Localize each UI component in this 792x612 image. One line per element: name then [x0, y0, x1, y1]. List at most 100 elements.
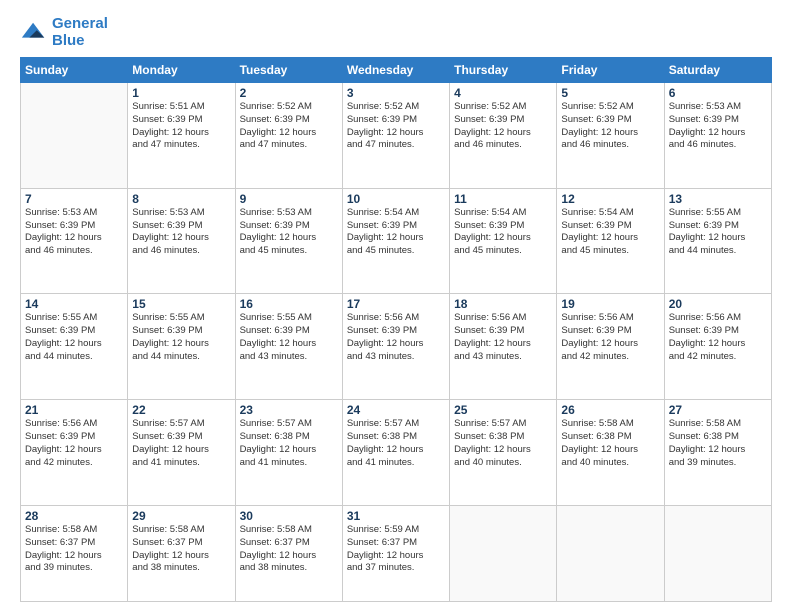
day-info: Sunrise: 5:58 AMSunset: 6:38 PMDaylight:… [561, 418, 659, 469]
logo: General Blue [20, 16, 108, 49]
day-info: Sunrise: 5:55 AMSunset: 6:39 PMDaylight:… [132, 312, 230, 363]
calendar-header-wednesday: Wednesday [342, 58, 449, 83]
day-info: Sunrise: 5:54 AMSunset: 6:39 PMDaylight:… [454, 207, 552, 258]
day-number: 9 [240, 192, 338, 206]
calendar-cell: 10Sunrise: 5:54 AMSunset: 6:39 PMDayligh… [342, 188, 449, 294]
calendar-cell: 4Sunrise: 5:52 AMSunset: 6:39 PMDaylight… [450, 83, 557, 189]
calendar-cell: 1Sunrise: 5:51 AMSunset: 6:39 PMDaylight… [128, 83, 235, 189]
day-number: 10 [347, 192, 445, 206]
week-row-3: 14Sunrise: 5:55 AMSunset: 6:39 PMDayligh… [21, 294, 772, 400]
day-number: 21 [25, 403, 123, 417]
calendar-cell: 6Sunrise: 5:53 AMSunset: 6:39 PMDaylight… [664, 83, 771, 189]
calendar-cell: 24Sunrise: 5:57 AMSunset: 6:38 PMDayligh… [342, 400, 449, 506]
day-number: 5 [561, 86, 659, 100]
calendar-cell: 17Sunrise: 5:56 AMSunset: 6:39 PMDayligh… [342, 294, 449, 400]
calendar-cell: 22Sunrise: 5:57 AMSunset: 6:39 PMDayligh… [128, 400, 235, 506]
day-info: Sunrise: 5:52 AMSunset: 6:39 PMDaylight:… [454, 101, 552, 152]
day-number: 4 [454, 86, 552, 100]
day-number: 8 [132, 192, 230, 206]
day-number: 7 [25, 192, 123, 206]
calendar-cell: 19Sunrise: 5:56 AMSunset: 6:39 PMDayligh… [557, 294, 664, 400]
calendar-cell: 21Sunrise: 5:56 AMSunset: 6:39 PMDayligh… [21, 400, 128, 506]
logo-text: General Blue [52, 16, 108, 49]
calendar-cell [664, 505, 771, 601]
day-info: Sunrise: 5:55 AMSunset: 6:39 PMDaylight:… [240, 312, 338, 363]
calendar-cell: 2Sunrise: 5:52 AMSunset: 6:39 PMDaylight… [235, 83, 342, 189]
day-info: Sunrise: 5:57 AMSunset: 6:38 PMDaylight:… [454, 418, 552, 469]
day-number: 11 [454, 192, 552, 206]
day-number: 28 [25, 509, 123, 523]
day-number: 23 [240, 403, 338, 417]
day-info: Sunrise: 5:52 AMSunset: 6:39 PMDaylight:… [347, 101, 445, 152]
week-row-1: 1Sunrise: 5:51 AMSunset: 6:39 PMDaylight… [21, 83, 772, 189]
day-info: Sunrise: 5:53 AMSunset: 6:39 PMDaylight:… [132, 207, 230, 258]
day-number: 16 [240, 297, 338, 311]
day-info: Sunrise: 5:56 AMSunset: 6:39 PMDaylight:… [25, 418, 123, 469]
day-info: Sunrise: 5:55 AMSunset: 6:39 PMDaylight:… [25, 312, 123, 363]
calendar-cell: 31Sunrise: 5:59 AMSunset: 6:37 PMDayligh… [342, 505, 449, 601]
day-number: 29 [132, 509, 230, 523]
day-number: 14 [25, 297, 123, 311]
calendar-cell: 28Sunrise: 5:58 AMSunset: 6:37 PMDayligh… [21, 505, 128, 601]
day-number: 25 [454, 403, 552, 417]
calendar-cell: 14Sunrise: 5:55 AMSunset: 6:39 PMDayligh… [21, 294, 128, 400]
day-number: 6 [669, 86, 767, 100]
day-number: 30 [240, 509, 338, 523]
day-number: 24 [347, 403, 445, 417]
day-info: Sunrise: 5:56 AMSunset: 6:39 PMDaylight:… [454, 312, 552, 363]
day-info: Sunrise: 5:59 AMSunset: 6:37 PMDaylight:… [347, 524, 445, 575]
week-row-2: 7Sunrise: 5:53 AMSunset: 6:39 PMDaylight… [21, 188, 772, 294]
calendar-header-row: SundayMondayTuesdayWednesdayThursdayFrid… [21, 58, 772, 83]
page: General Blue SundayMondayTuesdayWednesda… [0, 0, 792, 612]
calendar-cell [21, 83, 128, 189]
day-info: Sunrise: 5:57 AMSunset: 6:38 PMDaylight:… [347, 418, 445, 469]
week-row-4: 21Sunrise: 5:56 AMSunset: 6:39 PMDayligh… [21, 400, 772, 506]
calendar-header-friday: Friday [557, 58, 664, 83]
header: General Blue [20, 16, 772, 49]
logo-icon [20, 19, 48, 47]
day-info: Sunrise: 5:58 AMSunset: 6:38 PMDaylight:… [669, 418, 767, 469]
calendar-cell: 9Sunrise: 5:53 AMSunset: 6:39 PMDaylight… [235, 188, 342, 294]
day-number: 26 [561, 403, 659, 417]
calendar-cell: 11Sunrise: 5:54 AMSunset: 6:39 PMDayligh… [450, 188, 557, 294]
calendar-table: SundayMondayTuesdayWednesdayThursdayFrid… [20, 57, 772, 602]
calendar-cell: 20Sunrise: 5:56 AMSunset: 6:39 PMDayligh… [664, 294, 771, 400]
calendar-header-sunday: Sunday [21, 58, 128, 83]
day-info: Sunrise: 5:53 AMSunset: 6:39 PMDaylight:… [25, 207, 123, 258]
calendar-cell: 5Sunrise: 5:52 AMSunset: 6:39 PMDaylight… [557, 83, 664, 189]
calendar-cell: 18Sunrise: 5:56 AMSunset: 6:39 PMDayligh… [450, 294, 557, 400]
day-info: Sunrise: 5:56 AMSunset: 6:39 PMDaylight:… [669, 312, 767, 363]
day-info: Sunrise: 5:57 AMSunset: 6:38 PMDaylight:… [240, 418, 338, 469]
day-number: 2 [240, 86, 338, 100]
calendar-cell: 27Sunrise: 5:58 AMSunset: 6:38 PMDayligh… [664, 400, 771, 506]
day-number: 20 [669, 297, 767, 311]
day-info: Sunrise: 5:58 AMSunset: 6:37 PMDaylight:… [132, 524, 230, 575]
day-number: 15 [132, 297, 230, 311]
day-number: 3 [347, 86, 445, 100]
calendar-cell: 8Sunrise: 5:53 AMSunset: 6:39 PMDaylight… [128, 188, 235, 294]
day-info: Sunrise: 5:58 AMSunset: 6:37 PMDaylight:… [240, 524, 338, 575]
calendar-cell: 30Sunrise: 5:58 AMSunset: 6:37 PMDayligh… [235, 505, 342, 601]
day-number: 19 [561, 297, 659, 311]
day-number: 18 [454, 297, 552, 311]
day-number: 27 [669, 403, 767, 417]
calendar-cell: 13Sunrise: 5:55 AMSunset: 6:39 PMDayligh… [664, 188, 771, 294]
day-info: Sunrise: 5:52 AMSunset: 6:39 PMDaylight:… [561, 101, 659, 152]
day-info: Sunrise: 5:53 AMSunset: 6:39 PMDaylight:… [240, 207, 338, 258]
calendar-cell: 16Sunrise: 5:55 AMSunset: 6:39 PMDayligh… [235, 294, 342, 400]
calendar-cell: 26Sunrise: 5:58 AMSunset: 6:38 PMDayligh… [557, 400, 664, 506]
day-info: Sunrise: 5:52 AMSunset: 6:39 PMDaylight:… [240, 101, 338, 152]
day-info: Sunrise: 5:56 AMSunset: 6:39 PMDaylight:… [347, 312, 445, 363]
day-info: Sunrise: 5:56 AMSunset: 6:39 PMDaylight:… [561, 312, 659, 363]
calendar-cell: 7Sunrise: 5:53 AMSunset: 6:39 PMDaylight… [21, 188, 128, 294]
day-number: 17 [347, 297, 445, 311]
week-row-5: 28 Sunrise: 5:58 AMSunset: 6:37 PMDayligh… [21, 505, 772, 601]
calendar-cell [450, 505, 557, 601]
calendar-header-tuesday: Tuesday [235, 58, 342, 83]
calendar-cell: 29Sunrise: 5:58 AMSunset: 6:37 PMDayligh… [128, 505, 235, 601]
day-info: Sunrise: 5:51 AMSunset: 6:39 PMDaylight:… [132, 101, 230, 152]
day-number: 31 [347, 509, 445, 523]
day-info: Sunrise: 5:55 AMSunset: 6:39 PMDaylight:… [669, 207, 767, 258]
day-number: 12 [561, 192, 659, 206]
day-info: Sunrise: 5:54 AMSunset: 6:39 PMDaylight:… [561, 207, 659, 258]
